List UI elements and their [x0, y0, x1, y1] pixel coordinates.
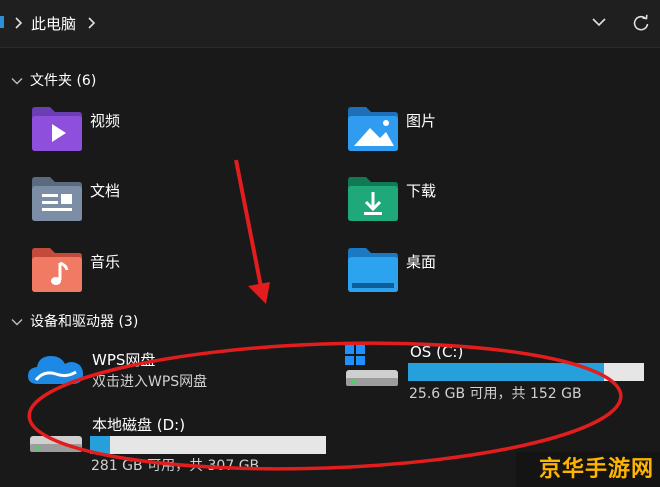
music-folder-icon: [32, 248, 82, 292]
pictures-folder-icon: [348, 107, 398, 151]
hard-drive-icon: [30, 436, 82, 452]
folders-section-header[interactable]: 文件夹 (6): [0, 70, 660, 94]
drive-local-d[interactable]: 本地磁盘 (D:) 281 GB 可用，共 307 GB: [28, 414, 338, 476]
address-bar: 此电脑: [0, 0, 660, 48]
chevron-right-icon[interactable]: [13, 16, 23, 30]
drive-usage-fill: [90, 436, 111, 454]
drive-name: OS (C:): [410, 343, 464, 361]
desktop-folder-icon: [348, 248, 398, 292]
folder-name: 视频: [90, 112, 121, 130]
drive-usage-bar: [408, 363, 644, 381]
breadcrumb-this-pc[interactable]: 此电脑: [31, 14, 76, 34]
folder-documents[interactable]: 文档: [30, 174, 270, 230]
folder-name: 桌面: [406, 253, 437, 271]
drive-os-c[interactable]: OS (C:) 25.6 GB 可用，共 152 GB: [344, 342, 654, 404]
folder-videos[interactable]: 视频: [30, 104, 270, 160]
chevron-down-icon[interactable]: [11, 77, 23, 85]
drive-name: WPS网盘: [92, 351, 156, 369]
section-label: 设备和驱动器 (3): [30, 314, 139, 330]
folder-music[interactable]: 音乐: [30, 245, 270, 301]
chevron-down-icon[interactable]: [11, 318, 23, 326]
windows-drive-icon: [345, 345, 398, 386]
refresh-icon[interactable]: [632, 14, 650, 32]
section-label: 文件夹 (6): [30, 73, 97, 89]
folder-desktop[interactable]: 桌面: [346, 245, 586, 301]
folder-name: 下载: [406, 182, 437, 200]
folder-name: 文档: [90, 182, 121, 200]
drive-wps-cloud[interactable]: WPS网盘 双击进入WPS网盘: [24, 346, 324, 394]
folder-downloads[interactable]: 下载: [346, 174, 586, 230]
chevron-right-icon[interactable]: [86, 16, 96, 30]
drive-subtitle: 281 GB 可用，共 307 GB: [91, 458, 260, 474]
wps-cloud-icon: [28, 356, 84, 384]
watermark: 京华手游网: [516, 452, 660, 487]
folder-name: 图片: [406, 112, 437, 130]
this-pc-icon[interactable]: [0, 14, 6, 30]
devices-section-header[interactable]: 设备和驱动器 (3): [0, 311, 660, 335]
chevron-down-icon[interactable]: [592, 17, 606, 27]
drive-usage-bar: [90, 436, 326, 454]
downloads-folder-icon: [348, 177, 398, 221]
videos-folder-icon: [32, 107, 82, 151]
documents-folder-icon: [32, 177, 82, 221]
drive-usage-fill: [408, 363, 605, 381]
drive-subtitle: 25.6 GB 可用，共 152 GB: [409, 386, 582, 402]
drive-name: 本地磁盘 (D:): [92, 416, 186, 434]
folder-pictures[interactable]: 图片: [346, 104, 586, 160]
folder-name: 音乐: [90, 253, 121, 271]
watermark-text: 京华手游网: [538, 457, 654, 482]
drive-subtitle: 双击进入WPS网盘: [92, 374, 208, 390]
